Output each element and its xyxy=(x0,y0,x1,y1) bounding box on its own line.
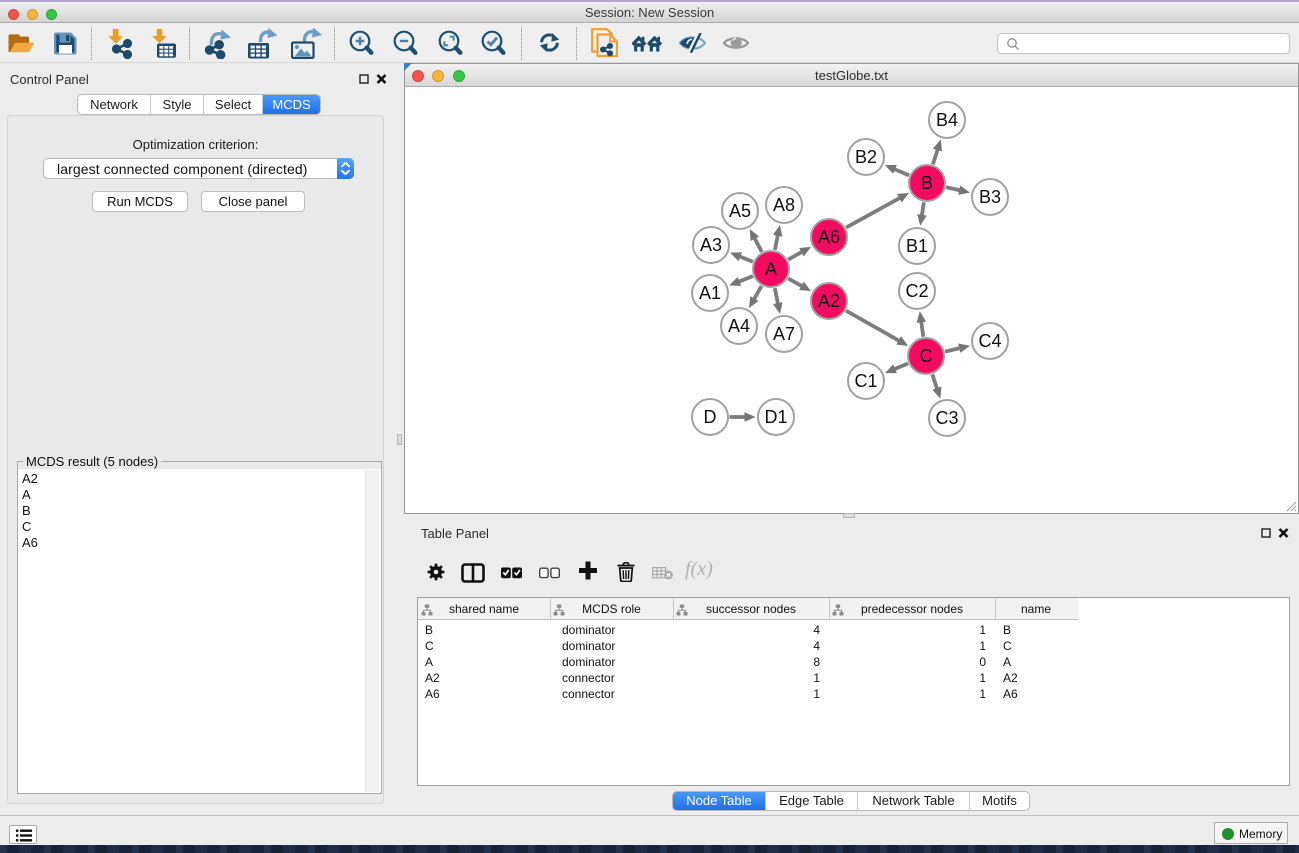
svg-text:A: A xyxy=(765,259,777,279)
svg-text:B2: B2 xyxy=(855,147,877,167)
svg-text:A4: A4 xyxy=(728,316,750,336)
svg-text:A8: A8 xyxy=(773,195,795,215)
svg-text:C3: C3 xyxy=(935,408,958,428)
svg-text:B: B xyxy=(921,173,933,193)
svg-text:C1: C1 xyxy=(854,371,877,391)
svg-text:A7: A7 xyxy=(773,324,795,344)
svg-text:A5: A5 xyxy=(729,201,751,221)
svg-text:D: D xyxy=(704,407,717,427)
svg-text:A6: A6 xyxy=(818,227,840,247)
svg-text:A3: A3 xyxy=(700,235,722,255)
svg-text:B1: B1 xyxy=(906,236,928,256)
svg-text:D1: D1 xyxy=(764,407,787,427)
svg-text:A2: A2 xyxy=(818,291,840,311)
svg-text:B3: B3 xyxy=(979,187,1001,207)
svg-text:B4: B4 xyxy=(936,110,958,130)
svg-text:C4: C4 xyxy=(978,331,1001,351)
svg-text:C: C xyxy=(920,346,933,366)
svg-text:C2: C2 xyxy=(905,281,928,301)
svg-text:A1: A1 xyxy=(699,283,721,303)
